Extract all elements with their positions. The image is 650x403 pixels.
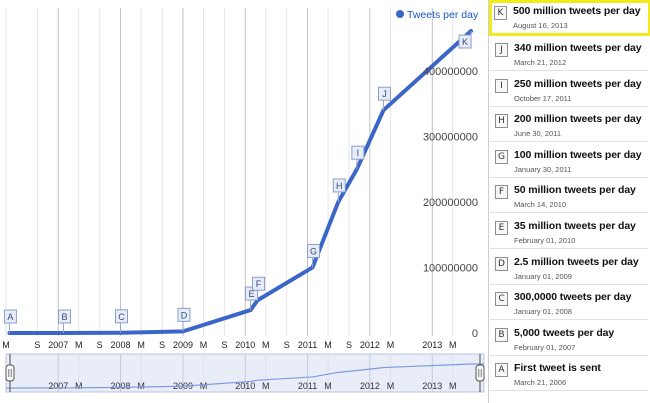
x-tick-label: M bbox=[2, 340, 10, 350]
annotation-date: February 01, 2007 bbox=[514, 342, 576, 352]
annotation-title: 300,0000 tweets per day bbox=[514, 291, 632, 304]
annotation-title: 5,000 tweets per day bbox=[514, 326, 615, 339]
annotation-letter: B bbox=[62, 312, 68, 322]
annotation-date: March 21, 2012 bbox=[514, 58, 567, 67]
x-tick-label: M bbox=[324, 340, 332, 350]
annotation-title: 340 million tweets per day bbox=[514, 42, 642, 54]
annotation-badge: G bbox=[495, 149, 508, 164]
annotation-item-a[interactable]: A First tweet is sent March 21, 2006 bbox=[490, 357, 648, 392]
x-tick-label: 2012 bbox=[360, 340, 380, 350]
x-tick-label: M bbox=[262, 340, 270, 350]
x-tick-label: S bbox=[97, 340, 103, 350]
annotated-timeline-chart[interactable]: A B C DEFGHIJK 0100000000200000000300000000… bbox=[0, 0, 488, 403]
annotation-letter: A bbox=[7, 312, 13, 322]
annotation-title: 200 million tweets per day bbox=[514, 113, 642, 126]
y-tick-label: 200000000 bbox=[423, 197, 478, 209]
y-tick-label: 400000000 bbox=[423, 66, 478, 78]
annotation-badge: B bbox=[495, 327, 508, 342]
annotation-date: January 30, 2011 bbox=[514, 164, 572, 174]
legend-marker bbox=[396, 10, 404, 18]
x-tick-label: 2009 bbox=[173, 340, 193, 350]
annotation-title: First tweet is sent bbox=[514, 362, 601, 375]
range-tick-label: 2007 bbox=[48, 381, 68, 391]
y-tick-label: 100000000 bbox=[423, 262, 478, 274]
annotation-item-c[interactable]: C 300,0000 tweets per day January 01, 2008 bbox=[490, 286, 648, 321]
x-tick-label: S bbox=[221, 340, 227, 350]
annotation-badge: H bbox=[495, 114, 508, 129]
range-tick-label: M bbox=[75, 381, 83, 391]
annotation-title: 100 million tweets per day bbox=[514, 148, 642, 161]
annotation-letter: G bbox=[310, 246, 317, 256]
x-tick-label: 2008 bbox=[110, 340, 130, 350]
annotation-item-k[interactable]: K 500 million tweets per day August 16, 20… bbox=[489, 0, 650, 36]
x-tick-label: S bbox=[34, 340, 40, 350]
range-tick-label: 2012 bbox=[360, 381, 380, 391]
annotation-date: February 01, 2010 bbox=[514, 236, 576, 245]
annotation-item-h[interactable]: H 200 million tweets per day June 30, 2011 bbox=[490, 108, 648, 143]
annotation-date: January 01, 2008 bbox=[514, 307, 572, 317]
annotation-item-d[interactable]: D 2.5 million tweets per day January 01, 2… bbox=[490, 251, 648, 285]
annotation-item-b[interactable]: B 5,000 tweets per day February 01, 2007 bbox=[490, 322, 648, 356]
annotation-badge: E bbox=[495, 221, 508, 235]
x-tick-label: 2011 bbox=[298, 340, 317, 350]
range-tick-label: M bbox=[449, 381, 457, 391]
x-tick-label: M bbox=[200, 340, 208, 350]
range-tick-label: M bbox=[262, 381, 270, 391]
annotation-title: 50 million tweets per day bbox=[514, 184, 636, 197]
annotations-sidebar: K 500 million tweets per day August 16, 20… bbox=[488, 0, 650, 403]
annotation-letter: J bbox=[382, 89, 387, 99]
annotation-date: June 30, 2011 bbox=[514, 129, 561, 139]
range-tick-label: 2011 bbox=[298, 381, 317, 391]
x-tick-label: M bbox=[449, 340, 457, 350]
annotation-letter: I bbox=[357, 148, 360, 158]
annotation-letter: C bbox=[118, 312, 125, 322]
annotation-flag-b[interactable]: B bbox=[58, 309, 72, 333]
annotation-date: March 21, 2006 bbox=[514, 378, 567, 388]
legend-label: Tweets per day bbox=[407, 9, 479, 21]
annotation-letter: D bbox=[181, 310, 188, 320]
annotation-date: January 01, 2009 bbox=[514, 271, 572, 281]
annotation-item-i[interactable]: I 250 million tweets per day October 17, 2… bbox=[490, 73, 648, 107]
chart-area: ABCDEFGHIJK 0 100000000 200000000 300000000… bbox=[0, 0, 488, 403]
x-tick-label: S bbox=[159, 340, 165, 350]
annotation-badge: C bbox=[495, 292, 508, 307]
x-tick-label: 2007 bbox=[48, 340, 68, 350]
annotation-title: 2.5 million tweets per day bbox=[514, 255, 639, 268]
annotation-letter: H bbox=[336, 181, 343, 191]
range-tick-label: 2013 bbox=[422, 381, 442, 391]
annotation-badge: D bbox=[495, 256, 508, 271]
annotation-flag-c[interactable]: C bbox=[115, 309, 129, 333]
x-tick-label: M bbox=[387, 340, 395, 350]
x-tick-label: 2013 bbox=[422, 340, 442, 350]
annotation-item-e[interactable]: E 35 million tweets per day February 01, 2… bbox=[490, 215, 648, 249]
range-tick-label: M bbox=[324, 381, 332, 391]
y-tick-label: 300000000 bbox=[423, 131, 478, 143]
range-tick-label: M bbox=[137, 381, 145, 391]
annotation-title: 250 million tweets per day bbox=[514, 77, 642, 90]
annotation-badge: A bbox=[495, 363, 508, 378]
annotation-letter: K bbox=[462, 37, 468, 47]
range-tick-label: 2008 bbox=[110, 381, 130, 391]
x-tick-label: M bbox=[137, 340, 145, 350]
annotation-item-g[interactable]: G 100 million tweets per day January 30, 2… bbox=[490, 144, 648, 178]
annotation-date: March 14, 2010 bbox=[514, 200, 567, 210]
annotation-title: 500 million tweets per day bbox=[513, 5, 641, 17]
range-tick-label: M bbox=[387, 381, 395, 391]
annotation-title: 35 million tweets per day bbox=[514, 220, 636, 232]
annotation-badge: F bbox=[495, 185, 508, 200]
annotation-badge: I bbox=[495, 78, 508, 93]
annotation-item-f[interactable]: F 50 million tweets per day March 14, 2010 bbox=[490, 179, 648, 214]
annotation-badge: K bbox=[494, 6, 507, 20]
annotation-date: October 17, 2011 bbox=[514, 93, 572, 103]
annotation-letter: F bbox=[256, 279, 262, 289]
x-tick-label: M bbox=[75, 340, 83, 350]
annotation-item-j[interactable]: J 340 million tweets per day March 21, 201… bbox=[490, 37, 648, 71]
annotation-badge: J bbox=[495, 43, 508, 57]
x-tick-label: S bbox=[346, 340, 352, 350]
range-tick-label: M bbox=[200, 381, 208, 391]
x-tick-label: 2010 bbox=[235, 340, 255, 350]
y-tick-label: 0 bbox=[472, 328, 478, 340]
annotation-date: August 16, 2013 bbox=[513, 21, 568, 30]
x-tick-label: S bbox=[284, 340, 290, 350]
